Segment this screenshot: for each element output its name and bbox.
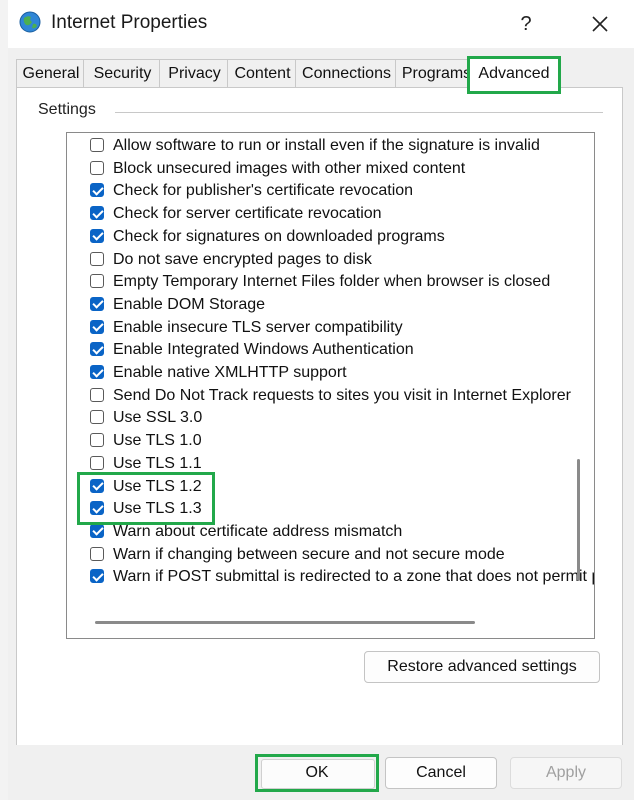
ok-button[interactable]: OK	[258, 757, 376, 789]
setting-label: Allow software to run or install even if…	[113, 137, 540, 154]
setting-checkbox[interactable]	[90, 228, 104, 243]
setting-checkbox[interactable]	[90, 501, 104, 516]
setting-label: Check for publisher's certificate revoca…	[113, 182, 414, 200]
vertical-scrollbar[interactable]	[577, 459, 580, 581]
setting-checkbox[interactable]	[90, 296, 104, 311]
group-divider	[115, 112, 603, 113]
setting-label: Warn if POST submittal is redirected to …	[113, 568, 595, 586]
restore-advanced-settings-button[interactable]: Restore advanced settings	[364, 651, 600, 683]
setting-label: Do not save encrypted pages to disk	[113, 250, 372, 268]
tab-security[interactable]: Security	[83, 59, 162, 88]
setting-label: Use TLS 1.3	[113, 500, 202, 518]
setting-label: Check for server certificate revocation	[113, 205, 382, 223]
title-bar: Internet Properties ?	[8, 0, 634, 48]
horizontal-scrollbar[interactable]	[95, 621, 475, 624]
setting-checkbox[interactable]	[90, 455, 104, 470]
setting-checkbox[interactable]	[90, 183, 104, 198]
setting-checkbox[interactable]	[90, 138, 104, 152]
tab-general[interactable]: General	[16, 59, 86, 88]
setting-label: Enable native XMLHTTP support	[113, 364, 347, 381]
setting-checkbox[interactable]	[90, 206, 104, 221]
settings-list[interactable]: Allow software to run or install even if…	[66, 132, 595, 639]
setting-label: Warn if changing between secure and not …	[113, 545, 505, 563]
setting-checkbox[interactable]	[90, 478, 104, 493]
setting-checkbox[interactable]	[90, 274, 104, 289]
internet-properties-dialog: Internet Properties ? General Security P…	[8, 0, 634, 800]
setting-checkbox[interactable]	[90, 546, 104, 561]
setting-checkbox[interactable]	[90, 387, 104, 402]
tab-connections[interactable]: Connections	[295, 59, 398, 88]
setting-label: Use TLS 1.0	[113, 432, 202, 450]
close-icon	[592, 16, 608, 32]
window-title: Internet Properties	[51, 12, 208, 33]
tab-advanced[interactable]: Advanced	[467, 56, 561, 94]
setting-checkbox[interactable]	[90, 251, 104, 266]
setting-label: Warn about certificate address mismatch	[113, 522, 403, 540]
setting-label: Use TLS 1.2	[113, 477, 202, 495]
setting-checkbox[interactable]	[90, 569, 104, 584]
setting-label: Enable DOM Storage	[113, 295, 266, 313]
setting-label: Use TLS 1.1	[113, 454, 202, 472]
setting-label: Enable insecure TLS server compatibility	[113, 318, 403, 336]
help-button[interactable]: ?	[506, 8, 546, 40]
dialog-footer: OK Cancel Apply	[8, 745, 634, 800]
advanced-tab-page: Settings Allow software to run or instal…	[16, 87, 623, 746]
setting-checkbox[interactable]	[90, 433, 104, 448]
setting-checkbox[interactable]	[90, 523, 104, 538]
tab-content[interactable]: Content	[227, 59, 298, 88]
apply-button[interactable]: Apply	[510, 757, 622, 789]
setting-checkbox[interactable]	[90, 160, 104, 175]
settings-group-label: Settings	[38, 101, 96, 118]
setting-label: Block unsecured images with other mixed …	[113, 159, 466, 177]
tab-programs[interactable]: Programs	[395, 59, 478, 88]
internet-globe-icon	[19, 11, 41, 33]
tab-privacy[interactable]: Privacy	[159, 59, 230, 88]
setting-checkbox[interactable]	[90, 365, 104, 379]
setting-label: Use SSL 3.0	[113, 409, 203, 427]
setting-checkbox[interactable]	[90, 342, 104, 357]
setting-label: Enable Integrated Windows Authentication	[113, 341, 414, 359]
cancel-button[interactable]: Cancel	[385, 757, 497, 789]
setting-checkbox[interactable]	[90, 319, 104, 334]
setting-label: Check for signatures on downloaded progr…	[113, 227, 445, 245]
close-button[interactable]	[580, 8, 620, 40]
setting-label: Send Do Not Track requests to sites you …	[113, 386, 571, 404]
setting-label: Empty Temporary Internet Files folder wh…	[113, 273, 551, 291]
setting-checkbox[interactable]	[90, 410, 104, 425]
